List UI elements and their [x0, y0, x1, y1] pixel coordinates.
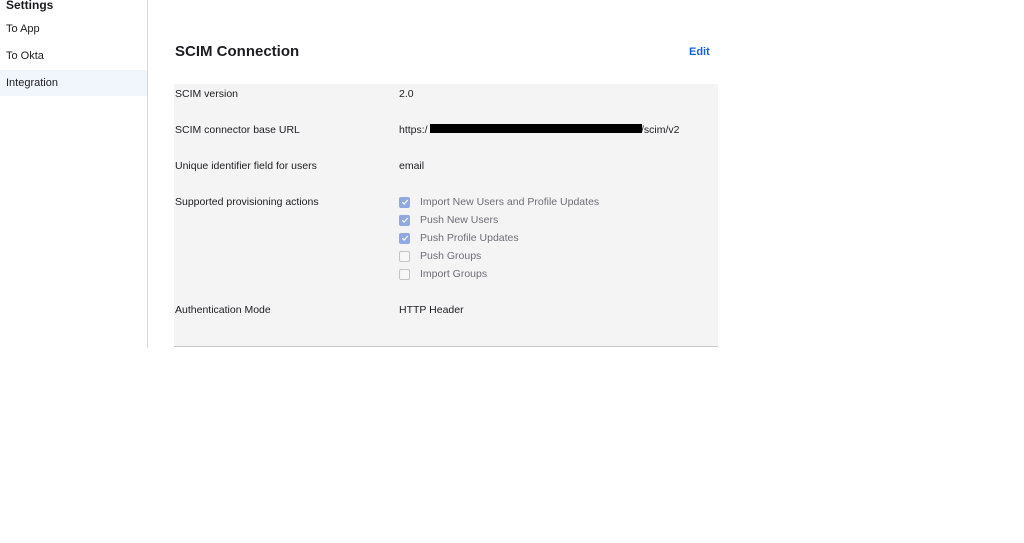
- checkbox-checked[interactable]: [399, 232, 410, 244]
- auth-mode-value: HTTP Header: [399, 304, 464, 316]
- edit-button[interactable]: Edit: [689, 46, 710, 58]
- provisioning-actions-label: Supported provisioning actions: [175, 196, 319, 208]
- base-url-suffix: /scim/v2: [641, 124, 680, 136]
- sidebar-item-integration[interactable]: Integration: [0, 70, 147, 96]
- action-push-new-users[interactable]: Push New Users: [399, 213, 498, 227]
- action-label: Push Profile Updates: [420, 232, 519, 244]
- unique-id-label: Unique identifier field for users: [175, 160, 317, 172]
- redaction-bar: [430, 124, 642, 133]
- action-label: Import New Users and Profile Updates: [420, 196, 600, 208]
- action-label: Push New Users: [420, 214, 499, 226]
- scim-version-label: SCIM version: [175, 88, 239, 100]
- check-icon: [401, 199, 408, 205]
- action-label: Push Groups: [420, 250, 482, 262]
- check-icon: [401, 235, 408, 241]
- sidebar-title: Settings: [6, 0, 54, 12]
- action-push-groups[interactable]: Push Groups: [399, 249, 481, 263]
- unique-id-value: email: [399, 160, 425, 172]
- checkbox-checked[interactable]: [399, 214, 410, 226]
- base-url-prefix: https:/: [399, 124, 428, 136]
- section-title: SCIM Connection: [175, 43, 300, 60]
- check-icon: [401, 217, 408, 223]
- auth-mode-label: Authentication Mode: [175, 304, 271, 316]
- checkbox-checked[interactable]: [399, 196, 410, 208]
- sidebar-item-to-okta[interactable]: To Okta: [0, 43, 147, 69]
- base-url-label: SCIM connector base URL: [175, 124, 300, 136]
- action-import-users-profile[interactable]: Import New Users and Profile Updates: [399, 195, 599, 209]
- scim-version-value: 2.0: [399, 88, 414, 100]
- action-push-profile-updates[interactable]: Push Profile Updates: [399, 231, 519, 245]
- action-import-groups[interactable]: Import Groups: [399, 267, 487, 281]
- checkbox-unchecked[interactable]: [399, 250, 410, 262]
- action-label: Import Groups: [420, 268, 488, 280]
- checkbox-unchecked[interactable]: [399, 268, 410, 280]
- settings-sidebar: Settings To App To Okta Integration: [0, 0, 148, 348]
- sidebar-item-to-app[interactable]: To App: [0, 16, 147, 42]
